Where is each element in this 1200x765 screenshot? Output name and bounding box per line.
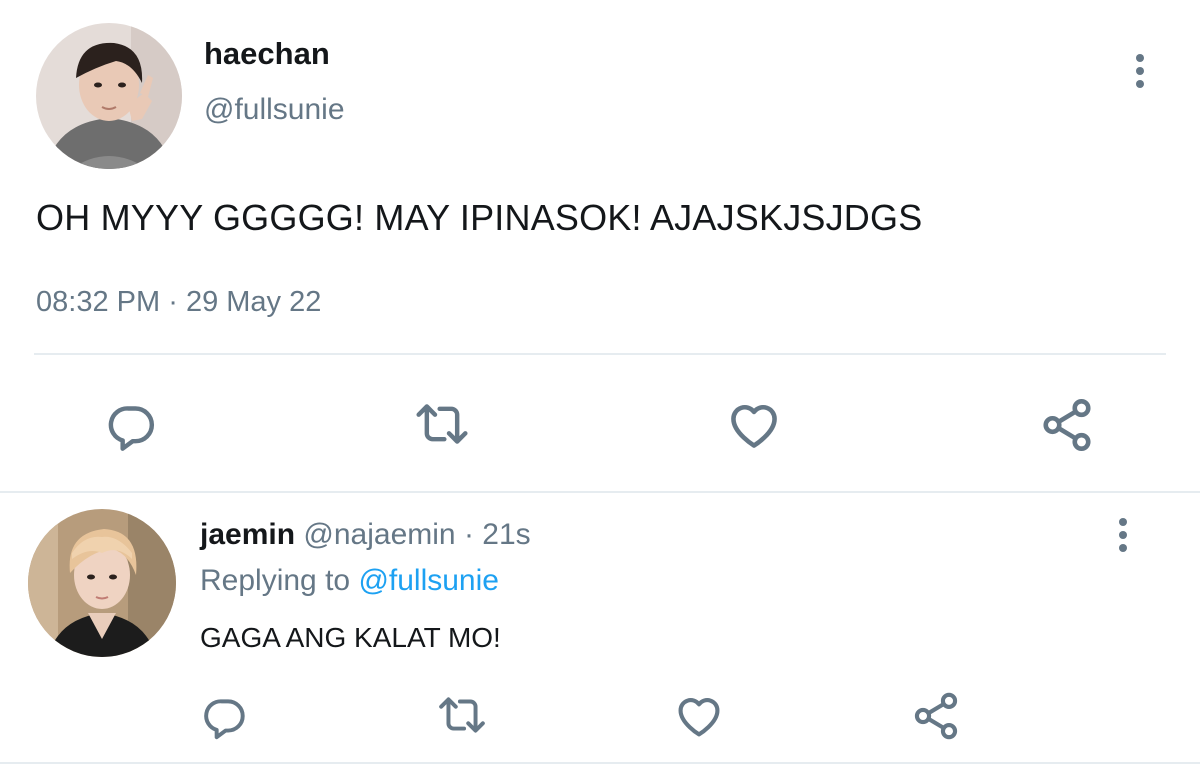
replying-to-line: Replying to @fullsunie xyxy=(200,564,499,598)
meta-separator: · xyxy=(168,286,178,318)
kebab-dot xyxy=(1136,80,1144,88)
retweet-icon xyxy=(412,396,472,452)
reply-reply-button[interactable] xyxy=(200,692,250,742)
reply-icon xyxy=(104,398,160,454)
replying-to-prefix: Replying to xyxy=(200,564,351,597)
reply-like-button[interactable] xyxy=(673,690,725,742)
main-display-name[interactable]: haechan xyxy=(204,36,330,72)
kebab-dot xyxy=(1119,518,1127,526)
section-divider xyxy=(0,491,1200,493)
main-tweet-date[interactable]: 29 May 22 xyxy=(186,286,321,318)
reply-text: GAGA ANG KALAT MO! xyxy=(200,622,501,653)
main-handle[interactable]: @fullsunie xyxy=(204,93,345,127)
main-more-options-button[interactable] xyxy=(1130,54,1150,94)
main-retweet-button[interactable] xyxy=(412,396,472,452)
main-divider xyxy=(34,353,1166,355)
share-icon xyxy=(910,690,962,742)
reply-header: jaemin @najaemin · 21s xyxy=(200,518,531,552)
main-tweet-meta: 08:32 PM · 29 May 22 xyxy=(36,286,321,319)
kebab-dot xyxy=(1119,531,1127,539)
like-icon xyxy=(673,690,725,742)
reply-avatar[interactable] xyxy=(28,509,176,657)
like-icon xyxy=(725,396,783,454)
kebab-dot xyxy=(1119,544,1127,552)
main-reply-button[interactable] xyxy=(104,398,160,454)
share-icon xyxy=(1038,396,1096,454)
replying-to-link[interactable]: @fullsunie xyxy=(358,564,499,597)
reply-retweet-button[interactable] xyxy=(436,690,488,740)
main-avatar[interactable] xyxy=(36,23,182,169)
reply-display-name[interactable]: jaemin xyxy=(200,518,295,551)
main-tweet-time[interactable]: 08:32 PM xyxy=(36,286,160,318)
reply-icon xyxy=(200,692,250,742)
reply-separator: · xyxy=(463,518,474,551)
kebab-dot xyxy=(1136,54,1144,62)
reply-share-button[interactable] xyxy=(910,690,962,742)
main-share-button[interactable] xyxy=(1038,396,1096,454)
reply-handle[interactable]: @najaemin xyxy=(303,518,455,551)
main-like-button[interactable] xyxy=(725,396,783,454)
reply-more-options-button[interactable] xyxy=(1113,518,1133,558)
reply-age[interactable]: 21s xyxy=(482,518,530,551)
kebab-dot xyxy=(1136,67,1144,75)
main-tweet-text: OH MYYY GGGGG! MAY IPINASOK! AJAJSKJSJDG… xyxy=(36,197,923,238)
retweet-icon xyxy=(436,690,488,740)
bottom-divider xyxy=(0,762,1200,764)
